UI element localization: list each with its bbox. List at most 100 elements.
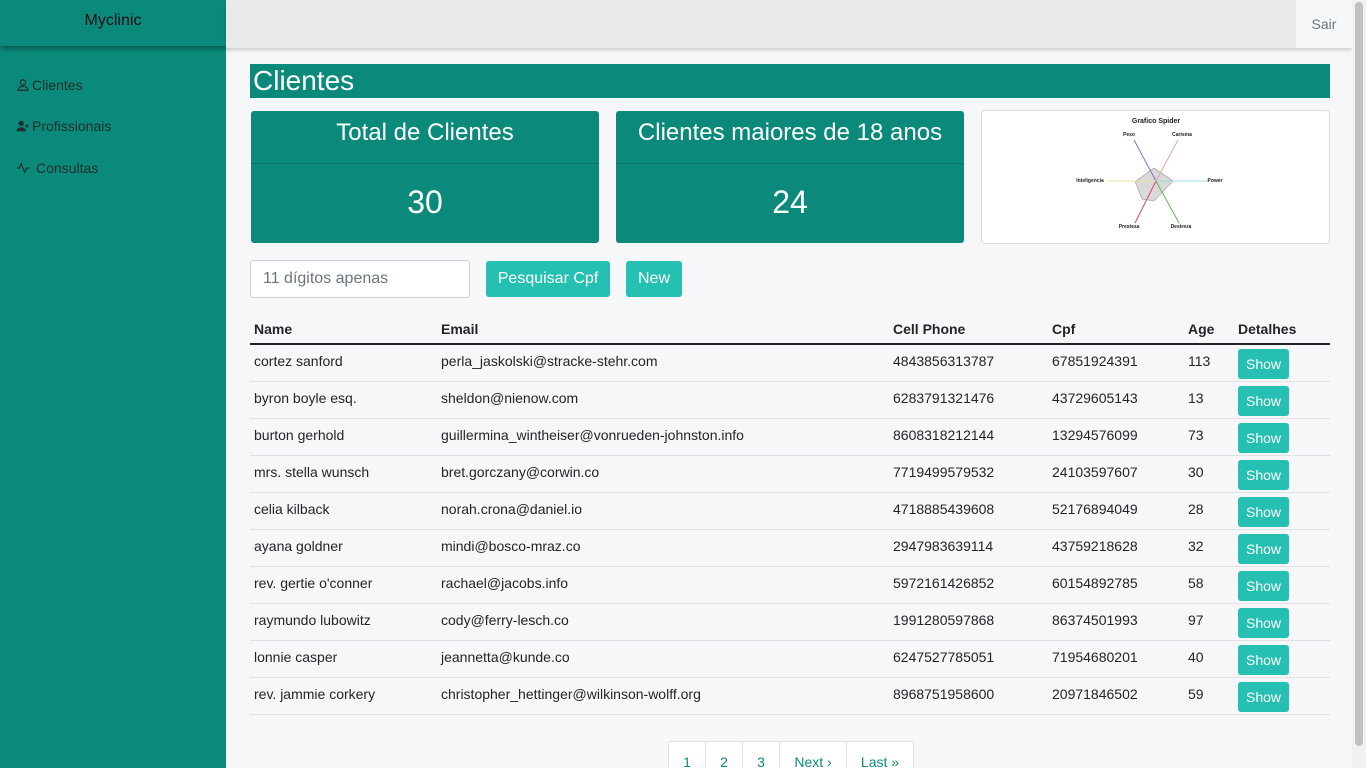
client-phone: 4718885439608 xyxy=(889,492,1048,530)
show-button[interactable]: Show xyxy=(1238,681,1289,712)
details-cell: Show xyxy=(1234,566,1330,604)
spider-chart: Grafico Spider Peso Carisma Power Destre… xyxy=(1076,118,1222,230)
stat-card-adults: Clientes maiores de 18 anos 24 xyxy=(616,111,964,243)
stat-value: 30 xyxy=(407,184,443,220)
clients-table: Name Email Cell Phone Cpf Age Detalhes c… xyxy=(250,314,1330,715)
column-header[interactable]: Name xyxy=(250,314,437,345)
show-button[interactable]: Show xyxy=(1238,533,1289,564)
table-row: celia kilback norah.crona@daniel.io 471888… xyxy=(250,492,1330,530)
show-button[interactable]: Show xyxy=(1238,496,1289,527)
client-age: 30 xyxy=(1184,455,1234,493)
client-cpf: 86374501993 xyxy=(1048,603,1184,641)
axis-label: Peso xyxy=(1123,132,1135,138)
client-email: norah.crona@daniel.io xyxy=(437,492,889,530)
details-cell: Show xyxy=(1234,381,1330,419)
client-phone: 7719499579532 xyxy=(889,455,1048,493)
spider-chart-card: Grafico Spider Peso Carisma Power Destre… xyxy=(981,110,1330,244)
person-icon xyxy=(17,79,29,91)
client-cpf: 20971846502 xyxy=(1048,677,1184,715)
search-cpf-button[interactable]: Pesquisar Cpf xyxy=(486,261,610,297)
client-age: 97 xyxy=(1184,603,1234,641)
new-client-button[interactable]: New xyxy=(626,261,682,297)
client-age: 32 xyxy=(1184,529,1234,567)
activity-icon xyxy=(16,162,30,174)
details-cell: Show xyxy=(1234,492,1330,530)
client-cpf: 24103597607 xyxy=(1048,455,1184,493)
details-cell: Show xyxy=(1234,529,1330,567)
logout-button[interactable]: Sair xyxy=(1296,0,1352,48)
page-link-3[interactable]: 3 xyxy=(743,742,780,768)
client-age: 58 xyxy=(1184,566,1234,604)
client-email: cody@ferry-lesch.co xyxy=(437,603,889,641)
client-email: bret.gorczany@corwin.co xyxy=(437,455,889,493)
client-name: ayana goldner xyxy=(250,529,437,567)
client-cpf: 43759218628 xyxy=(1048,529,1184,567)
client-email: perla_jaskolski@stracke-stehr.com xyxy=(437,344,889,382)
column-header: Detalhes xyxy=(1234,314,1330,345)
sidebar-item-consultas[interactable]: Consultas xyxy=(16,160,98,176)
table-row: rev. gertie o'conner rachael@jacobs.info 5… xyxy=(250,566,1330,604)
show-button[interactable]: Show xyxy=(1238,607,1289,638)
stat-label: Clientes maiores de 18 anos xyxy=(616,111,964,164)
client-name: rev. jammie corkery xyxy=(250,677,437,715)
scrollbar[interactable] xyxy=(1352,0,1366,768)
page-title: Clientes xyxy=(250,64,1330,98)
cpf-search-input[interactable] xyxy=(250,260,470,298)
stat-label: Total de Clientes xyxy=(251,111,599,164)
sidebar-item-label: Profissionais xyxy=(32,118,112,134)
top-navbar: Sair xyxy=(226,0,1352,48)
client-cpf: 13294576099 xyxy=(1048,418,1184,456)
details-cell: Show xyxy=(1234,603,1330,641)
client-name: celia kilback xyxy=(250,492,437,530)
show-button[interactable]: Show xyxy=(1238,385,1289,416)
client-email: rachael@jacobs.info xyxy=(437,566,889,604)
axis-line-carisma xyxy=(1155,139,1179,182)
table-row: lonnie casper jeannetta@kunde.co 624752778… xyxy=(250,640,1330,678)
show-button[interactable]: Show xyxy=(1238,349,1289,379)
brand-logo[interactable]: Myclinic xyxy=(0,0,226,46)
stat-card-total: Total de Clientes 30 xyxy=(251,111,599,243)
client-cpf: 43729605143 xyxy=(1048,381,1184,419)
chart-title: Grafico Spider xyxy=(1132,118,1181,125)
details-cell: Show xyxy=(1234,344,1330,382)
column-header[interactable]: Age xyxy=(1184,314,1234,345)
axis-label: Power xyxy=(1207,178,1222,184)
axis-label: Presteza xyxy=(1119,224,1140,230)
client-name: mrs. stella wunsch xyxy=(250,455,437,493)
client-name: byron boyle esq. xyxy=(250,381,437,419)
client-email: jeannetta@kunde.co xyxy=(437,640,889,678)
column-header[interactable]: Cell Phone xyxy=(889,314,1048,345)
scrollbar-thumb[interactable] xyxy=(1355,2,1363,746)
table-row: byron boyle esq. sheldon@nienow.com 628379… xyxy=(250,381,1330,419)
page-link-1[interactable]: 1 xyxy=(669,742,706,768)
client-name: raymundo lubowitz xyxy=(250,603,437,641)
client-phone: 8968751958600 xyxy=(889,677,1048,715)
page-link-2[interactable]: 2 xyxy=(706,742,743,768)
client-phone: 2947983639114 xyxy=(889,529,1048,567)
client-name: burton gerhold xyxy=(250,418,437,456)
client-age: 40 xyxy=(1184,640,1234,678)
axis-label: Inteligencia xyxy=(1076,178,1104,184)
show-button[interactable]: Show xyxy=(1238,644,1289,675)
sidebar-item-clientes[interactable]: Clientes xyxy=(16,77,83,93)
client-cpf: 67851924391 xyxy=(1048,344,1184,382)
table-row: cortez sanford perla_jaskolski@stracke-st… xyxy=(250,344,1330,382)
stat-value: 24 xyxy=(772,184,808,220)
client-email: mindi@bosco-mraz.co xyxy=(437,529,889,567)
client-email: christopher_hettinger@wilkinson-wolff.or… xyxy=(437,677,889,715)
column-header[interactable]: Email xyxy=(437,314,889,345)
details-cell: Show xyxy=(1234,640,1330,678)
client-age: 13 xyxy=(1184,381,1234,419)
next-page-link[interactable]: Next › xyxy=(780,742,847,768)
client-phone: 6283791321476 xyxy=(889,381,1048,419)
client-age: 113 xyxy=(1184,344,1234,382)
table-row: mrs. stella wunsch bret.gorczany@corwin.c… xyxy=(250,455,1330,493)
show-button[interactable]: Show xyxy=(1238,422,1289,453)
show-button[interactable]: Show xyxy=(1238,459,1289,490)
last-page-link[interactable]: Last » xyxy=(847,742,913,768)
client-phone: 4843856313787 xyxy=(889,344,1048,382)
show-button[interactable]: Show xyxy=(1238,570,1289,601)
column-header[interactable]: Cpf xyxy=(1048,314,1184,345)
sidebar-item-profissionais[interactable]: Profissionais xyxy=(16,118,111,134)
pagination: 1 2 3 Next › Last » xyxy=(668,741,914,768)
